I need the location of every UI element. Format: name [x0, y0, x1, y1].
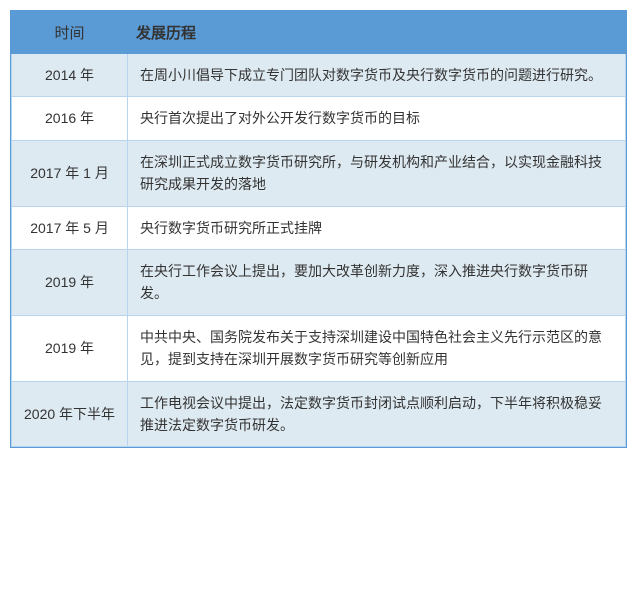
cell-time: 2019 年 — [12, 315, 128, 381]
cell-content: 在深圳正式成立数字货币研究所，与研发机构和产业结合，以实现金融科技研究成果开发的… — [128, 140, 626, 206]
cell-content: 央行首次提出了对外公开发行数字货币的目标 — [128, 97, 626, 140]
header-content: 发展历程 — [128, 12, 626, 54]
table-header-row: 时间 发展历程 — [12, 12, 626, 54]
table-row: 2014 年在周小川倡导下成立专门团队对数字货币及央行数字货币的问题进行研究。 — [12, 54, 626, 97]
cell-content: 在央行工作会议上提出，要加大改革创新力度，深入推进央行数字货币研发。 — [128, 249, 626, 315]
cell-time: 2019 年 — [12, 249, 128, 315]
table-row: 2020 年下半年工作电视会议中提出，法定数字货币封闭试点顺利启动，下半年将积极… — [12, 381, 626, 447]
table-row: 2016 年央行首次提出了对外公开发行数字货币的目标 — [12, 97, 626, 140]
cell-time: 2014 年 — [12, 54, 128, 97]
main-table: 时间 发展历程 2014 年在周小川倡导下成立专门团队对数字货币及央行数字货币的… — [10, 10, 627, 448]
cell-content: 在周小川倡导下成立专门团队对数字货币及央行数字货币的问题进行研究。 — [128, 54, 626, 97]
cell-time: 2017 年 5 月 — [12, 206, 128, 249]
cell-time: 2020 年下半年 — [12, 381, 128, 447]
table-row: 2017 年 5 月央行数字货币研究所正式挂牌 — [12, 206, 626, 249]
cell-content: 工作电视会议中提出，法定数字货币封闭试点顺利启动，下半年将积极稳妥推进法定数字货… — [128, 381, 626, 447]
table-row: 2017 年 1 月在深圳正式成立数字货币研究所，与研发机构和产业结合，以实现金… — [12, 140, 626, 206]
table-row: 2019 年在央行工作会议上提出，要加大改革创新力度，深入推进央行数字货币研发。 — [12, 249, 626, 315]
cell-time: 2016 年 — [12, 97, 128, 140]
cell-time: 2017 年 1 月 — [12, 140, 128, 206]
cell-content: 央行数字货币研究所正式挂牌 — [128, 206, 626, 249]
cell-content: 中共中央、国务院发布关于支持深圳建设中国特色社会主义先行示范区的意见，提到支持在… — [128, 315, 626, 381]
header-time: 时间 — [12, 12, 128, 54]
table-row: 2019 年中共中央、国务院发布关于支持深圳建设中国特色社会主义先行示范区的意见… — [12, 315, 626, 381]
